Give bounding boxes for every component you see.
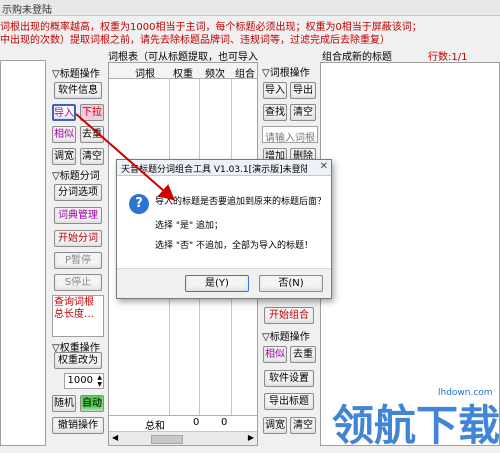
hint-box: 查询词根总长度…	[52, 295, 104, 337]
root-input[interactable]: 请输入词根	[262, 126, 318, 144]
left-seg-label: ▽标题分词	[52, 171, 100, 182]
titlebar: 示购未登陆	[0, 0, 500, 16]
watermark-text: 领航下载	[332, 401, 500, 450]
right-similar-button[interactable]: 相似	[263, 346, 287, 363]
dialog-question: 导入的标题是否要追加到原来的标题后面？	[155, 197, 327, 207]
soft-settings-button[interactable]: 软件设置	[264, 370, 314, 387]
confirm-dialog: 天音标题分词组合工具 V1.03.1[演示版]未登陆 ✕ ? 导入的标题是否要追…	[116, 159, 332, 299]
dialog-titlebar[interactable]: 天音标题分词组合工具 V1.03.1[演示版]未登陆 ✕	[117, 160, 331, 176]
import-titles-button[interactable]: 导入	[52, 104, 76, 121]
col-frequency[interactable]: 频次	[205, 65, 225, 80]
right-adjust-width-button[interactable]: 调宽	[263, 417, 287, 434]
col-root[interactable]: 词根	[135, 65, 155, 80]
left-edge-panel[interactable]	[0, 60, 46, 446]
similar-button[interactable]: 相似	[52, 126, 76, 143]
root-input-placeholder: 请输入词根	[265, 133, 315, 144]
auto-button[interactable]: 自动	[80, 395, 104, 412]
hint-text: 查询词根总长度…	[54, 297, 94, 320]
pause-button[interactable]: P暂停	[54, 252, 102, 269]
root-table-head-row: 词根 权重 频次 组合	[109, 63, 257, 80]
combo-header-label: 组合成新的标题	[322, 52, 392, 63]
dialog-yes-explain: 选择 "是" 追加；	[155, 221, 224, 231]
seg-options-button[interactable]: 分词选项	[54, 184, 102, 201]
right-dedupe-button[interactable]: 去重	[290, 346, 316, 363]
dedupe-button[interactable]: 去重	[80, 126, 104, 143]
weight-value-spinner[interactable]: 1000 ▲ ▼	[64, 373, 104, 389]
dialog-title: 天音标题分词组合工具 V1.03.1[演示版]未登陆	[121, 165, 307, 175]
root-table-hscrollbar[interactable]: ◀ ▶	[109, 431, 257, 445]
start-combine-button[interactable]: 开始组合	[264, 307, 314, 324]
footer-sum-label: 总和	[145, 421, 165, 432]
root-table-header: 词根表（可从标题提取，也可导入）	[108, 52, 258, 63]
root-find-button[interactable]: 查找	[263, 104, 287, 121]
weight-value-text: 1000	[67, 375, 93, 386]
dialog-no-button[interactable]: 否(N)	[259, 275, 323, 292]
root-import-button[interactable]: 导入	[263, 82, 287, 99]
root-table-footer: 总和 0 0	[109, 415, 257, 432]
right-title-ops-label: ▽标题操作	[262, 332, 310, 343]
dialog-yes-button[interactable]: 是(Y)	[185, 275, 249, 292]
undo-button[interactable]: 撤销操作	[52, 417, 104, 434]
dropdown-button[interactable]: 下拉	[80, 104, 104, 121]
scroll-thumb[interactable]	[151, 435, 183, 444]
dialog-no-explain: 选择 "否" 不追加，全部为导入的标题！	[155, 241, 314, 251]
col-combo[interactable]: 组合	[235, 65, 255, 80]
scroll-left-icon[interactable]: ◀	[112, 433, 118, 442]
export-titles-button[interactable]: 导出标题	[264, 393, 314, 410]
adjust-width-button[interactable]: 调宽	[52, 148, 76, 165]
dialog-footer: 是(Y) 否(N)	[117, 268, 331, 298]
weight-change-button[interactable]: 权重改为	[54, 352, 102, 369]
scroll-right-icon[interactable]: ▶	[248, 433, 254, 442]
root-clear-button[interactable]: 清空	[290, 104, 316, 121]
start-seg-button[interactable]: 开始分词	[54, 230, 102, 247]
spinner-arrows-icon[interactable]: ▲ ▼	[97, 374, 102, 388]
root-export-button[interactable]: 导出	[290, 82, 316, 99]
info-line-2: 中出现的次数）提取词根之前，请先去除标题品牌词、违规词等，过滤完成后去除重复）	[0, 35, 390, 46]
stop-button[interactable]: S停止	[54, 274, 102, 291]
right-clear-button[interactable]: 清空	[290, 417, 316, 434]
random-button[interactable]: 随机	[52, 395, 76, 412]
clear-titles-button[interactable]: 清空	[80, 148, 104, 165]
watermark-url: lhdown.com	[438, 388, 493, 398]
dict-manage-button[interactable]: 词典管理	[54, 207, 102, 224]
soft-info-button[interactable]: 软件信息	[54, 82, 102, 99]
left-title-ops-label: ▽标题操作	[52, 69, 100, 80]
titlebar-text: 示购未登陆	[2, 5, 52, 16]
right-root-ops-label: ▽词根操作	[262, 68, 310, 79]
footer-weight-sum: 0	[193, 417, 200, 428]
close-icon[interactable]: ✕	[320, 161, 328, 172]
footer-frequency-sum: 0	[221, 417, 228, 428]
question-icon: ?	[129, 194, 149, 214]
col-weight[interactable]: 权重	[173, 65, 193, 80]
combo-row-count: 行数:1/1	[428, 52, 468, 63]
